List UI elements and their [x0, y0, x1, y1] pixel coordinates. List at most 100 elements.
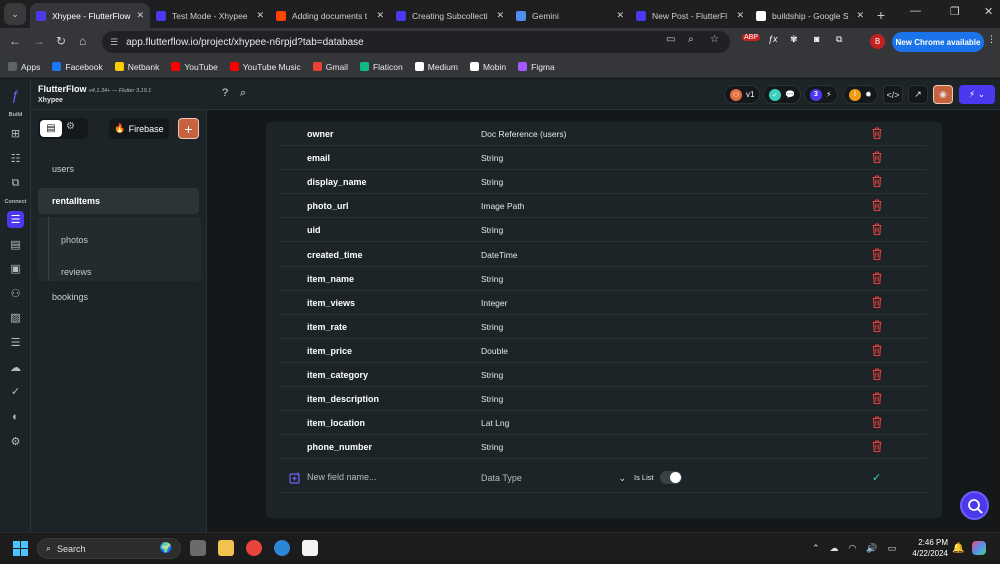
schema-icon[interactable]: ▤ — [7, 236, 24, 253]
field-type[interactable]: String — [481, 225, 503, 235]
add-collection-button[interactable]: + — [178, 118, 199, 139]
field-type[interactable]: String — [481, 442, 503, 452]
reload-icon[interactable]: ↻ — [56, 34, 66, 48]
forward-icon[interactable]: → — [33, 34, 45, 48]
widget-tree-icon[interactable]: ☷ — [7, 150, 24, 167]
field-type[interactable]: Image Path — [481, 201, 524, 211]
field-type[interactable]: String — [481, 153, 503, 163]
status-pill[interactable]: ✓ 💬 — [763, 85, 801, 104]
bookmark-item[interactable]: Apps — [8, 62, 40, 72]
field-row[interactable]: email String — [280, 146, 926, 171]
field-type[interactable]: String — [481, 370, 503, 380]
extensions-puzzle-icon[interactable]: ⧉ — [836, 34, 842, 45]
delete-field-trash-icon[interactable] — [870, 367, 884, 381]
storyboard-icon[interactable]: ⧉ — [7, 175, 24, 192]
windows-start-icon[interactable] — [13, 541, 28, 556]
bookmark-item[interactable]: Figma — [518, 62, 555, 72]
debug-pill[interactable]: ! ✹ — [843, 85, 878, 104]
media-assets-icon[interactable]: ▨ — [7, 309, 24, 326]
delete-field-trash-icon[interactable] — [870, 295, 884, 309]
bookmark-item[interactable]: Flaticon — [359, 62, 403, 72]
field-type[interactable]: Doc Reference (users) — [481, 129, 567, 139]
browser-tab[interactable]: Gemini ✕ — [510, 3, 630, 28]
extension-icon[interactable]: ◙ — [814, 34, 819, 44]
delete-field-trash-icon[interactable] — [870, 247, 884, 261]
theme-icon[interactable]: ◐ — [7, 408, 24, 425]
field-row[interactable]: item_location Lat Lng — [280, 411, 926, 436]
field-row[interactable]: uid String — [280, 218, 926, 243]
subcollection-item-photos[interactable]: photos — [61, 235, 88, 245]
close-tab-icon[interactable]: ✕ — [376, 10, 384, 21]
browser-tab[interactable]: Xhypee - FlutterFlow ✕ — [30, 3, 150, 28]
bookmark-item[interactable]: Medium — [414, 62, 458, 72]
page-selector-icon[interactable]: ⊞ — [7, 125, 24, 142]
collaborators-pill[interactable]: 3 ⚡ — [804, 85, 838, 104]
data-type-dropdown[interactable]: Data Type ⌄ — [481, 473, 626, 483]
is-list-toggle[interactable] — [660, 471, 682, 484]
delete-field-trash-icon[interactable] — [870, 271, 884, 285]
menu-kebab-icon[interactable]: ⋮ — [987, 34, 996, 45]
firestore-icon[interactable]: ☰ — [7, 211, 24, 228]
new-field-name-input[interactable] — [307, 472, 457, 482]
delete-field-trash-icon[interactable] — [870, 415, 884, 429]
help-icon[interactable]: ? — [222, 87, 228, 99]
delete-field-trash-icon[interactable] — [870, 198, 884, 212]
bookmark-item[interactable]: Facebook — [52, 62, 103, 72]
bookmark-item[interactable]: Gmail — [312, 62, 348, 72]
field-row[interactable]: display_name String — [280, 170, 926, 195]
chevron-up-icon[interactable]: ⌃ — [812, 543, 820, 554]
collection-item-bookings[interactable]: bookings — [38, 284, 199, 310]
bookmark-item[interactable]: YouTube — [171, 62, 218, 72]
minimize-icon[interactable]: — — [910, 5, 921, 17]
zoom-icon[interactable]: ⌕ — [688, 34, 694, 45]
field-row[interactable]: item_rate String — [280, 315, 926, 339]
battery-icon[interactable]: ▭ — [888, 543, 897, 554]
wifi-icon[interactable]: ◠ — [849, 543, 857, 554]
subcollection-item-reviews[interactable]: reviews — [61, 267, 92, 277]
firestore-settings-icon[interactable]: ⚙ — [66, 121, 75, 132]
volume-icon[interactable]: 🔊 — [866, 543, 877, 554]
restore-icon[interactable]: ❐ — [950, 5, 960, 18]
home-icon[interactable]: ⌂ — [79, 34, 86, 48]
chrome-icon[interactable] — [246, 540, 262, 556]
weather-cloud-icon[interactable]: ☁ — [830, 543, 839, 554]
cloud-functions-icon[interactable]: ☁ — [7, 359, 24, 376]
preview-eye-button[interactable]: ◉ — [933, 85, 953, 104]
view-code-button[interactable]: </> — [883, 85, 903, 104]
collection-item-users[interactable]: users — [38, 156, 199, 182]
search-fab-button[interactable] — [960, 491, 989, 520]
fx-extension-icon[interactable]: ƒx — [768, 34, 778, 44]
close-tab-icon[interactable]: ✕ — [736, 10, 744, 21]
delete-field-trash-icon[interactable] — [870, 126, 884, 140]
field-row[interactable]: item_category String — [280, 363, 926, 387]
bookmark-item[interactable]: YouTube Music — [229, 62, 301, 72]
field-type[interactable]: String — [481, 274, 503, 284]
field-type[interactable]: String — [481, 394, 503, 404]
new-tab-button[interactable]: + — [870, 4, 892, 26]
delete-field-trash-icon[interactable] — [870, 222, 884, 236]
delete-field-trash-icon[interactable] — [870, 174, 884, 188]
field-row[interactable]: created_time DateTime — [280, 243, 926, 267]
adblock-extension-icon[interactable]: ABP — [742, 34, 761, 41]
bookmark-star-icon[interactable]: ☆ — [710, 34, 719, 45]
field-type[interactable]: String — [481, 177, 503, 187]
panel-view-toggle[interactable]: ▤ ⚙ — [38, 118, 88, 139]
extension-icon[interactable]: ✾ — [790, 34, 798, 45]
delete-field-trash-icon[interactable] — [870, 439, 884, 453]
close-tab-icon[interactable]: ✕ — [136, 10, 144, 21]
field-type[interactable]: Lat Lng — [481, 418, 509, 428]
taskbar-search[interactable]: ⌕ Search 🌍 — [37, 538, 181, 559]
close-tab-icon[interactable]: ✕ — [616, 10, 624, 21]
close-tab-icon[interactable]: ✕ — [496, 10, 504, 21]
field-type[interactable]: Double — [481, 346, 508, 356]
field-row[interactable]: owner Doc Reference (users) — [280, 122, 926, 146]
profile-avatar[interactable]: B — [870, 34, 885, 49]
back-icon[interactable]: ← — [9, 34, 21, 48]
field-row[interactable]: item_name String — [280, 267, 926, 291]
field-type[interactable]: String — [481, 322, 503, 332]
field-row[interactable]: phone_number String — [280, 435, 926, 460]
close-tab-icon[interactable]: ✕ — [256, 10, 264, 21]
field-row[interactable]: item_description String — [280, 387, 926, 412]
open-external-button[interactable]: ↗ — [908, 85, 928, 104]
cast-icon[interactable]: ▭ — [666, 34, 675, 45]
